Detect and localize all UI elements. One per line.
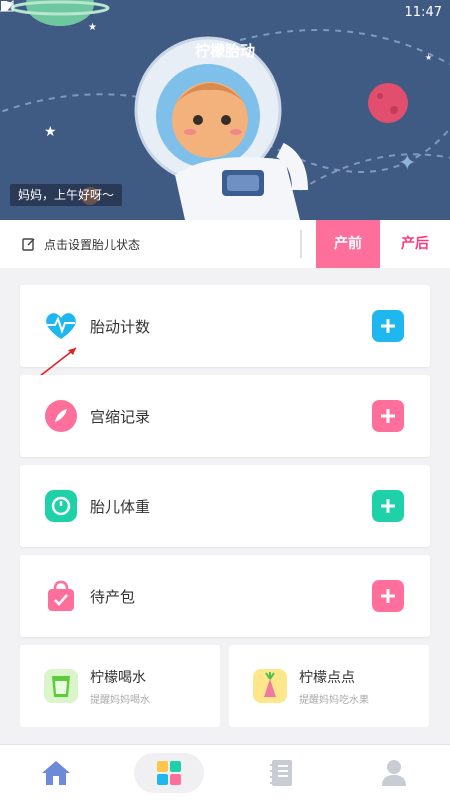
plus-icon [381, 409, 395, 423]
card-water-reminder[interactable]: 柠檬喝水 提醒妈妈喝水 [20, 645, 220, 727]
water-reminder-subtitle: 提醒妈妈喝水 [90, 694, 150, 706]
nav-records[interactable] [246, 753, 316, 793]
arrow-annotation [39, 347, 77, 377]
fetal-status-row: 点击设置胎儿状态 产前 产后 [0, 220, 450, 268]
bottom-nav [0, 744, 450, 800]
nav-home[interactable] [21, 753, 91, 793]
notebook-icon [270, 759, 293, 786]
scale-icon [44, 489, 78, 523]
status-bar: 11:47 [0, 0, 450, 24]
card-label: 宫缩记录 [90, 407, 151, 426]
cup-icon [44, 669, 78, 703]
grid-icon [156, 760, 181, 785]
hero-banner: ★ ★ ✦ ★ 11:47 柠檬胎动 妈妈，上午好呀～ [0, 0, 450, 220]
plus-icon [381, 319, 395, 333]
nav-profile[interactable] [359, 753, 429, 793]
status-time: 11:47 [404, 4, 442, 20]
contraction-icon [44, 399, 78, 433]
water-reminder-texts: 柠檬喝水 提醒妈妈喝水 [90, 667, 150, 706]
add-hospital-bag-button[interactable] [372, 580, 404, 612]
fruit-reminder-texts: 柠檬点点 提醒妈妈吃水果 [299, 667, 369, 706]
home-icon [42, 760, 71, 785]
card-label: 待产包 [90, 587, 136, 606]
heartbeat-icon [44, 309, 78, 343]
plus-icon [381, 499, 395, 513]
card-hospital-bag[interactable]: 待产包 [20, 555, 430, 637]
set-fetal-status-label: 点击设置胎儿状态 [44, 237, 141, 252]
set-fetal-status-button[interactable]: 点击设置胎儿状态 [0, 236, 300, 253]
stage-tabs: 产前 产后 [316, 220, 450, 268]
add-fetal-movement-button[interactable] [372, 310, 404, 342]
battery-icon [1, 1, 7, 11]
svg-text:★: ★ [44, 124, 57, 140]
app-root: ★ ★ ✦ ★ 11:47 柠檬胎动 妈妈，上午好呀～ 点击设置胎儿状态 产前 … [0, 0, 450, 800]
bag-icon [44, 579, 78, 613]
divider [300, 230, 302, 258]
tab-prenatal[interactable]: 产前 [316, 220, 380, 268]
fruit-reminder-title: 柠檬点点 [299, 669, 355, 686]
tab-postnatal[interactable]: 产后 [380, 220, 450, 268]
card-fruit-reminder[interactable]: 柠檬点点 提醒妈妈吃水果 [229, 645, 429, 727]
fruit-icon [253, 669, 287, 703]
card-label: 胎动计数 [90, 317, 151, 336]
greeting-label: 妈妈，上午好呀～ [10, 184, 123, 206]
card-contraction-record[interactable]: 宫缩记录 [20, 375, 430, 457]
fruit-reminder-subtitle: 提醒妈妈吃水果 [299, 694, 369, 706]
svg-text:✦: ✦ [398, 151, 416, 176]
water-reminder-title: 柠檬喝水 [90, 669, 146, 686]
add-fetal-weight-button[interactable] [372, 490, 404, 522]
plus-icon [381, 589, 395, 603]
nav-apps[interactable] [133, 752, 204, 793]
add-contraction-button[interactable] [372, 400, 404, 432]
card-label: 胎儿体重 [90, 497, 151, 516]
user-icon [381, 759, 406, 786]
card-fetal-weight[interactable]: 胎儿体重 [20, 465, 430, 547]
edit-icon [22, 238, 35, 251]
app-title: 柠檬胎动 [194, 42, 255, 60]
